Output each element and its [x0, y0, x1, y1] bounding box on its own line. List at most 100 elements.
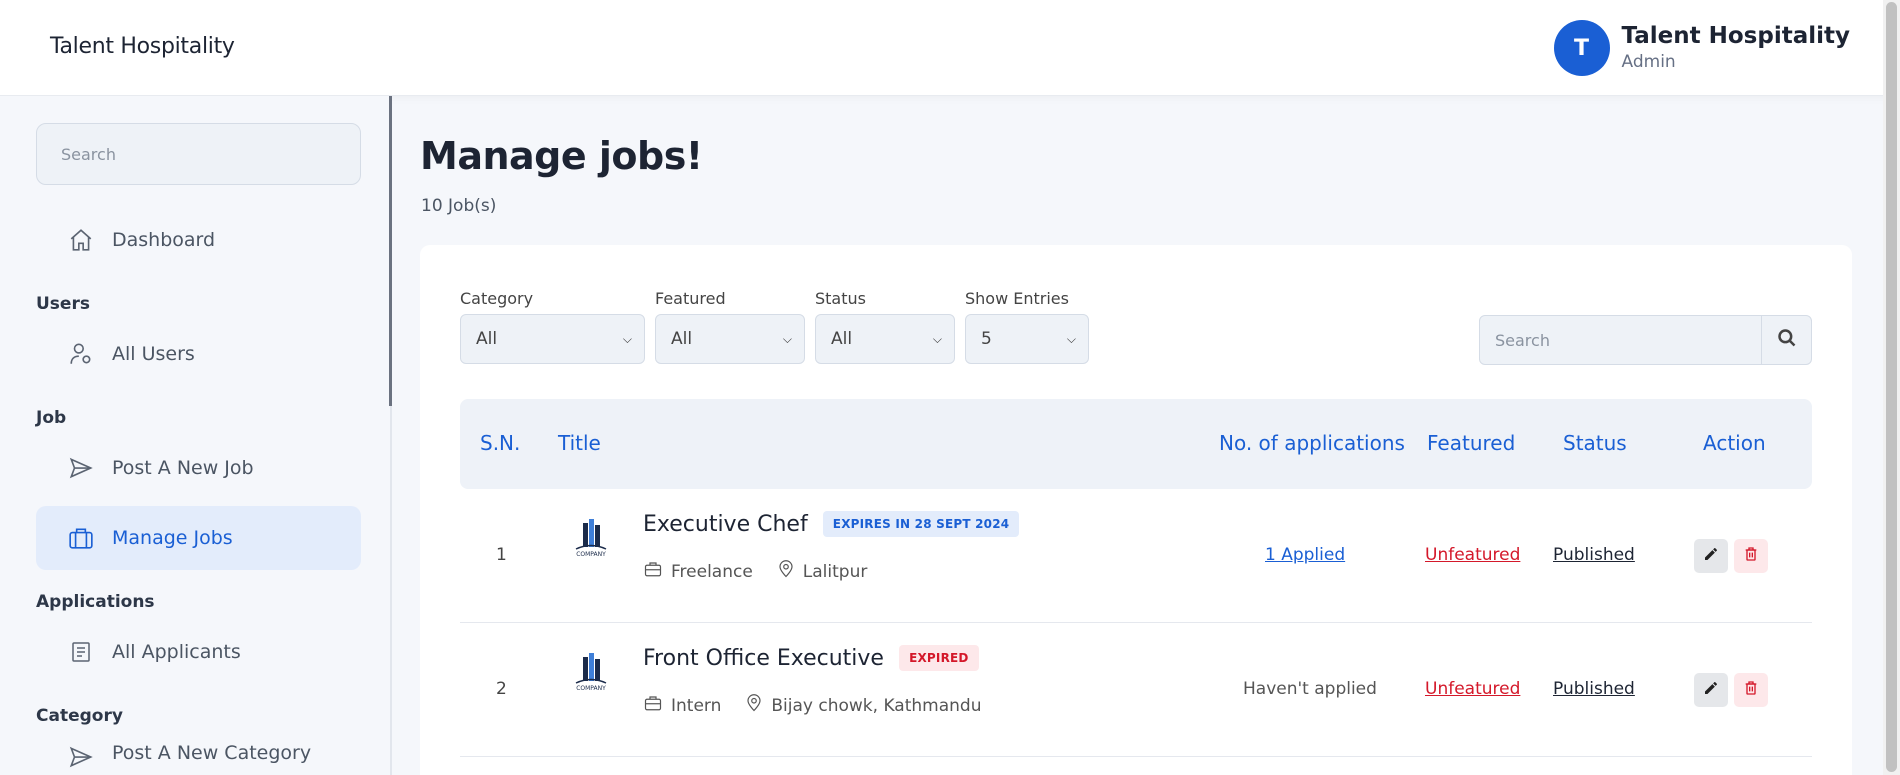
company-logo: COMPANY: [568, 649, 614, 699]
delete-button[interactable]: [1734, 673, 1768, 707]
column-header-sn[interactable]: S.N.: [480, 431, 520, 455]
sidebar-item-post-job[interactable]: Post A New Job: [36, 436, 361, 500]
sidebar-item-label: All Applicants: [112, 641, 241, 663]
sidebar: Dashboard Users All Users Job Post A New…: [0, 96, 392, 775]
sidebar-section-job: Job: [36, 408, 67, 428]
status-toggle[interactable]: Published: [1553, 679, 1635, 699]
expiry-badge: EXPIRES IN 28 SEPT 2024: [822, 511, 1020, 537]
home-icon: [66, 225, 96, 255]
avatar[interactable]: T: [1553, 20, 1610, 76]
pencil-icon: [1703, 546, 1719, 566]
search-button[interactable]: [1761, 316, 1811, 364]
page-scrollbar-thumb[interactable]: [1886, 2, 1897, 772]
jobs-search: [1479, 315, 1812, 365]
location-pin-icon: [745, 693, 771, 718]
company-logo: COMPANY: [568, 515, 614, 565]
sidebar-item-label: Dashboard: [112, 229, 216, 251]
chevron-down-icon: ⌵: [932, 331, 942, 346]
chevron-down-icon: ⌵: [1066, 331, 1076, 346]
column-header-title[interactable]: Title: [558, 431, 601, 455]
sidebar-section-users: Users: [36, 294, 90, 314]
sidebar-search-input[interactable]: [36, 123, 361, 185]
job-meta: Freelance Lalitpur: [643, 559, 891, 584]
job-type-label: Freelance: [671, 561, 753, 582]
entries-filter-label: Show Entries: [965, 289, 1069, 308]
briefcase-icon: [643, 694, 671, 717]
category-filter: Category All ⌵: [460, 289, 645, 364]
user-role: Admin: [1621, 51, 1676, 72]
job-location: Bijay chowk, Kathmandu: [745, 693, 981, 718]
featured-select[interactable]: All ⌵: [655, 314, 805, 364]
featured-filter: Featured All ⌵: [655, 289, 805, 364]
category-select[interactable]: All ⌵: [460, 314, 645, 364]
status-filter-label: Status: [815, 289, 866, 308]
sidebar-item-all-applicants[interactable]: All Applicants: [36, 620, 361, 684]
job-type: Freelance: [643, 560, 753, 583]
job-location: Lalitpur: [777, 559, 868, 584]
top-header: Talent Hospitality T Talent Hospitality …: [0, 0, 1900, 96]
logo-text: COMPANY: [576, 551, 606, 558]
entries-select[interactable]: 5 ⌵: [965, 314, 1089, 364]
delete-button[interactable]: [1734, 539, 1768, 573]
sidebar-item-all-users[interactable]: All Users: [36, 322, 361, 386]
sidebar-section-category: Category: [36, 706, 123, 726]
sidebar-item-post-category[interactable]: Post A New Category: [36, 734, 361, 774]
featured-toggle[interactable]: Unfeatured: [1425, 545, 1520, 565]
row-sn: 1: [496, 545, 507, 565]
column-header-applications[interactable]: No. of applications: [1219, 431, 1405, 455]
job-type-label: Intern: [671, 695, 722, 716]
status-select[interactable]: All ⌵: [815, 314, 955, 364]
chevron-down-icon: ⌵: [782, 331, 792, 346]
column-header-action[interactable]: Action: [1703, 431, 1766, 455]
user-menu[interactable]: T Talent Hospitality Admin: [1553, 20, 1850, 76]
job-title-wrap: Front Office Executive EXPIRED: [643, 645, 979, 671]
sidebar-item-manage-jobs[interactable]: Manage Jobs: [36, 506, 361, 570]
expired-badge: EXPIRED: [899, 645, 979, 671]
sidebar-item-label: Post A New Job: [112, 457, 254, 479]
sidebar-item-label: Manage Jobs: [112, 527, 233, 549]
job-meta: Intern Bijay chowk, Kathmandu: [643, 693, 1005, 718]
location-pin-icon: [777, 559, 803, 584]
job-type: Intern: [643, 694, 721, 717]
jobs-search-input[interactable]: [1480, 316, 1761, 364]
status-filter: Status All ⌵: [815, 289, 955, 364]
trash-icon: [1743, 680, 1759, 700]
table-row[interactable]: 1 COMPANY Executive Chef EXPIRES IN 28 S…: [460, 489, 1812, 623]
job-title[interactable]: Executive Chef: [643, 512, 808, 537]
chevron-down-icon: ⌵: [622, 331, 632, 346]
job-title-wrap: Executive Chef EXPIRES IN 28 SEPT 2024: [643, 511, 1020, 537]
entries-select-value: 5: [981, 329, 992, 349]
row-actions: [1694, 539, 1768, 573]
sidebar-item-dashboard[interactable]: Dashboard: [36, 208, 361, 272]
edit-button[interactable]: [1694, 539, 1728, 573]
featured-select-value: All: [671, 329, 693, 349]
row-actions: [1694, 673, 1768, 707]
featured-toggle[interactable]: Unfeatured: [1425, 679, 1520, 699]
edit-button[interactable]: [1694, 673, 1728, 707]
sidebar-item-label: Post A New Category: [112, 742, 312, 764]
job-count: 10 Job(s): [421, 196, 497, 216]
applications-link[interactable]: 1 Applied: [1265, 545, 1345, 565]
job-title[interactable]: Front Office Executive: [643, 646, 884, 671]
user-gear-icon: [66, 339, 96, 369]
trash-icon: [1743, 546, 1759, 566]
page-title: Manage jobs!: [420, 134, 703, 178]
job-location-label: Bijay chowk, Kathmandu: [771, 695, 982, 716]
column-header-featured[interactable]: Featured: [1427, 431, 1515, 455]
briefcase-icon: [643, 560, 671, 583]
entries-filter: Show Entries 5 ⌵: [965, 289, 1089, 364]
page-scrollbar[interactable]: [1883, 0, 1900, 775]
table-row[interactable]: 2 COMPANY Front Office Executive EXPIRED…: [460, 623, 1812, 757]
table-header: S.N. Title No. of applications Featured …: [460, 399, 1812, 489]
user-name: Talent Hospitality: [1621, 23, 1850, 50]
briefcase-icon: [66, 523, 96, 553]
status-toggle[interactable]: Published: [1553, 545, 1635, 565]
send-icon: [66, 742, 96, 772]
brand-name[interactable]: Talent Hospitality: [50, 34, 235, 59]
search-icon: [1777, 328, 1797, 352]
column-header-status[interactable]: Status: [1563, 431, 1627, 455]
job-location-label: Lalitpur: [802, 561, 868, 582]
document-icon: [66, 637, 96, 667]
featured-filter-label: Featured: [655, 289, 726, 308]
sidebar-scrollbar[interactable]: [389, 96, 392, 406]
